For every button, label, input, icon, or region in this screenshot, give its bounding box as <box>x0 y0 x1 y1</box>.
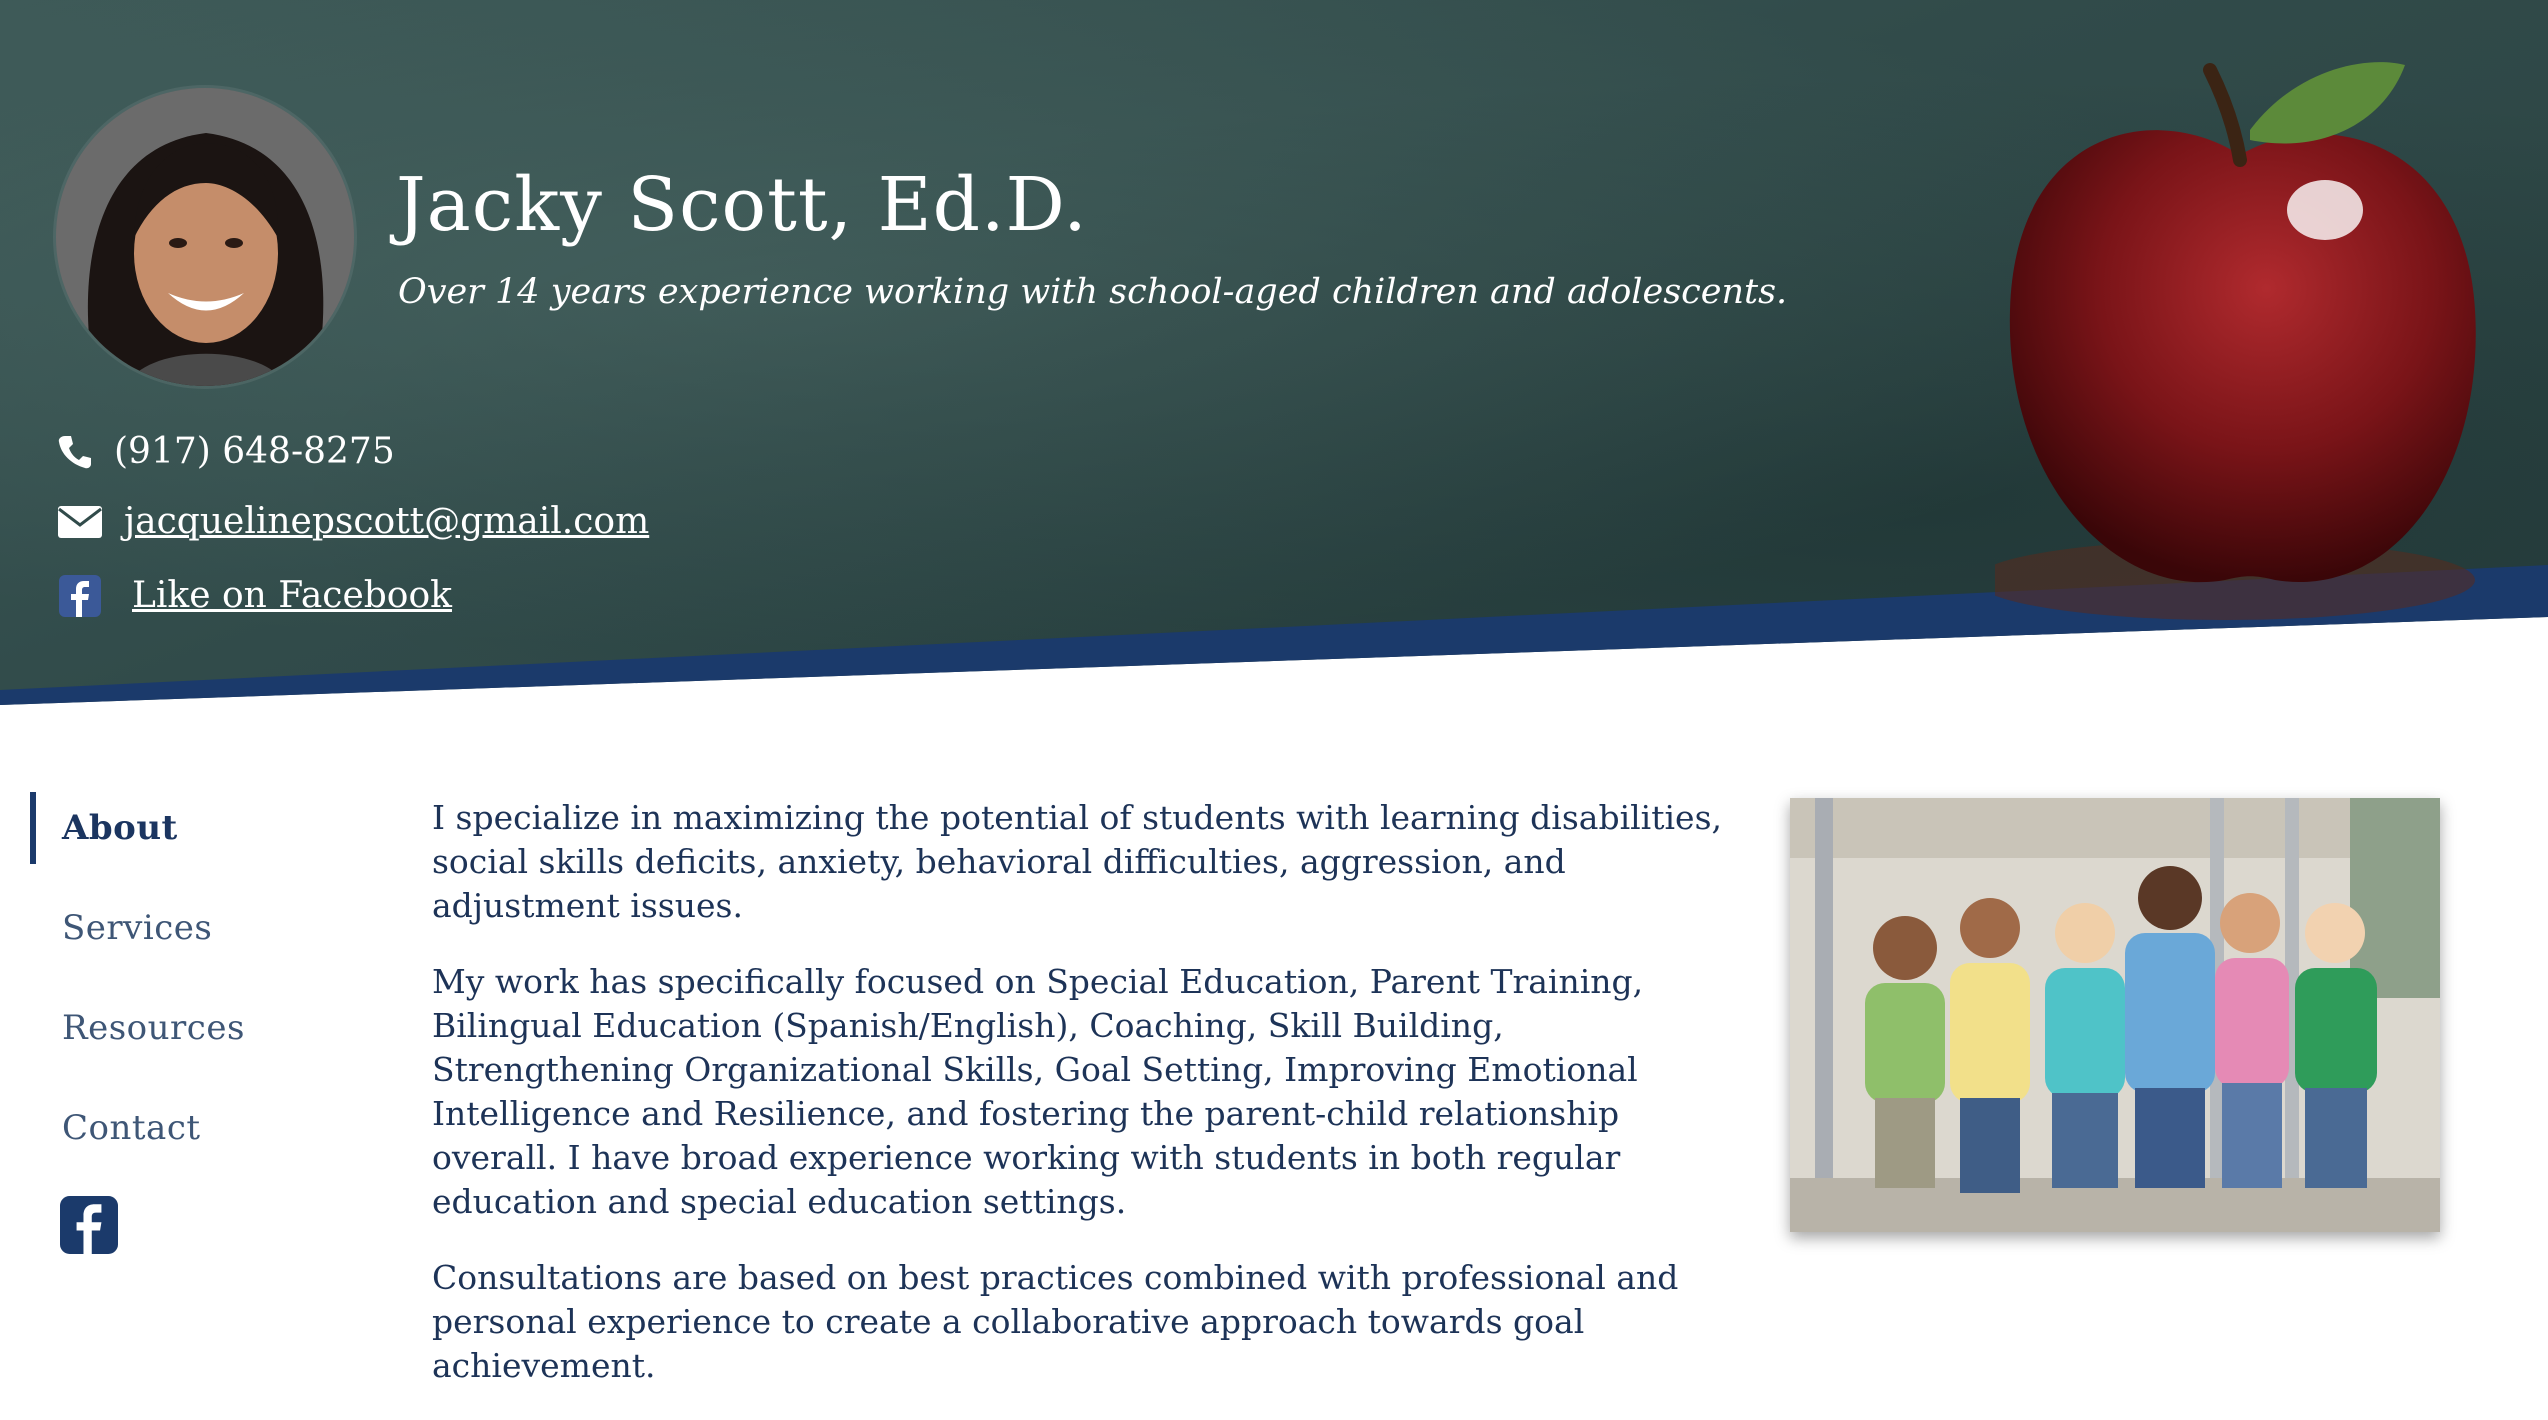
phone-row: (917) 648-8275 <box>56 428 395 476</box>
email-link[interactable]: jacquelinepscott@gmail.com <box>124 498 649 546</box>
phone-icon <box>56 433 94 471</box>
portrait-photo <box>56 88 354 386</box>
students-group-photo <box>1790 798 2440 1232</box>
sidebar-item-contact[interactable]: Contact <box>30 1092 330 1164</box>
phone-number: (917) 648-8275 <box>114 431 395 472</box>
page-title: Jacky Scott, Ed.D. <box>396 162 1088 248</box>
avatar <box>56 88 354 386</box>
about-paragraph-3: Consultations are based on best practice… <box>432 1258 1679 1385</box>
about-content: I specialize in maximizing the potential… <box>432 796 1732 1420</box>
about-paragraph-2: My work has specifically focused on Spec… <box>432 962 1644 1221</box>
facebook-link[interactable]: Like on Facebook <box>132 572 452 620</box>
sidebar-item-resources[interactable]: Resources <box>30 992 330 1064</box>
facebook-row: Like on Facebook <box>56 572 452 620</box>
sidebar-facebook-icon[interactable] <box>60 1196 118 1254</box>
envelope-icon <box>56 503 104 541</box>
facebook-icon <box>58 574 102 618</box>
sidebar-item-services[interactable]: Services <box>30 892 330 964</box>
sidebar-item-about[interactable]: About <box>30 792 330 864</box>
about-paragraph-1: I specialize in maximizing the potential… <box>432 798 1722 925</box>
sidebar-nav: About Services Resources Contact <box>30 792 330 1254</box>
students-photo <box>1790 798 2440 1232</box>
apple-illustration <box>1995 62 2476 620</box>
email-row: jacquelinepscott@gmail.com <box>56 498 649 546</box>
hero-tagline: Over 14 years experience working with sc… <box>398 272 1788 312</box>
